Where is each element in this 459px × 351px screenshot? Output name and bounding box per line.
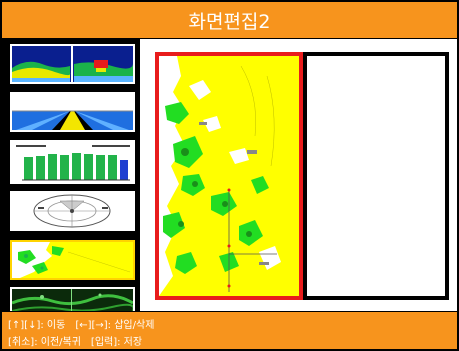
thumbnail-3d-highway[interactable] — [10, 92, 135, 132]
nautical-chart-map — [159, 56, 299, 296]
help-move: [↑][↓]: 이동 — [8, 320, 66, 331]
layout-canvas — [155, 52, 449, 300]
thumbnail-sidebar — [2, 39, 140, 311]
highway-icon — [12, 94, 133, 130]
bar-chart-icon — [12, 142, 133, 182]
thumbnail-compass[interactable] — [10, 191, 135, 231]
key-help-footer: [↑][↓]: 이동 [←][→]: 삽입/삭제 [취소]: 이전/복귀 [입력]:… — [2, 312, 457, 349]
thumbnail-sonar-echogram[interactable] — [10, 44, 135, 84]
thumbnail-green-radar[interactable] — [10, 287, 135, 311]
nautical-chart-icon — [12, 242, 133, 278]
sonar-echogram-icon — [12, 46, 133, 82]
right-pane-empty[interactable] — [303, 52, 449, 300]
main-area — [2, 39, 457, 311]
page-title: 화면편집2 — [188, 10, 271, 33]
help-line-1: [↑][↓]: 이동 [←][→]: 삽입/삭제 — [8, 316, 154, 331]
help-save: [입력]: 저장 — [90, 337, 143, 348]
thumbnail-nautical-chart[interactable] — [10, 240, 135, 280]
thumbnail-bar-chart[interactable] — [10, 140, 135, 184]
help-cancel: [취소]: 이전/복귀 — [8, 337, 81, 348]
compass-icon — [12, 193, 133, 229]
screen-frame: 화면편집2 [↑][↓]: 이동 [←][→]: 삽입/삭제 [취소]: 이전/… — [0, 0, 459, 351]
title-bar: 화면편집2 — [2, 2, 457, 38]
left-pane-nautical-chart[interactable] — [155, 52, 303, 300]
help-insert-delete: [←][→]: 삽입/삭제 — [75, 320, 155, 331]
help-line-2: [취소]: 이전/복귀 [입력]: 저장 — [8, 333, 142, 348]
radar-icon — [12, 289, 133, 311]
